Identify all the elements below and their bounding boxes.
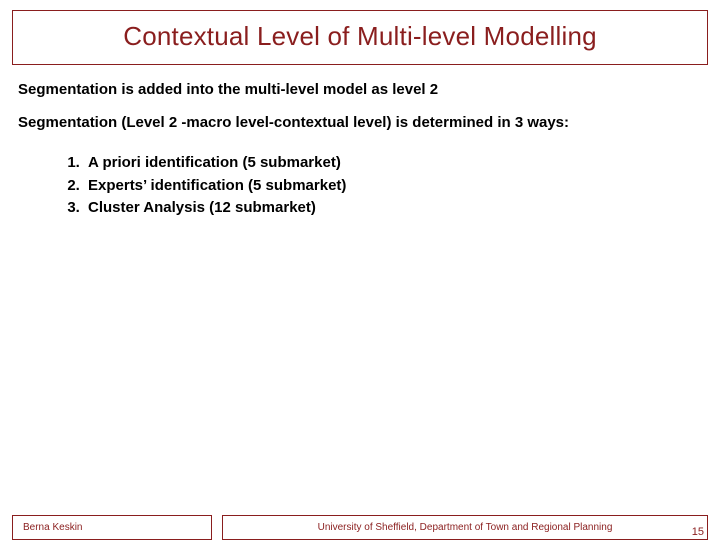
footer-affiliation-box: University of Sheffield, Department of T… (222, 515, 708, 540)
footer-affiliation: University of Sheffield, Department of T… (318, 522, 613, 533)
title-container: Contextual Level of Multi-level Modellin… (12, 10, 708, 65)
footer-author: Berna Keskin (23, 522, 82, 533)
paragraph-1: Segmentation is added into the multi-lev… (18, 79, 702, 102)
page-number: 15 (692, 526, 704, 538)
methods-list: A priori identification (5 submarket) Ex… (60, 152, 720, 220)
list-item: A priori identification (5 submarket) (84, 152, 720, 175)
page-title: Contextual Level of Multi-level Modellin… (21, 21, 699, 52)
paragraph-2: Segmentation (Level 2 -macro level-conte… (18, 112, 702, 135)
list-item: Cluster Analysis (12 submarket) (84, 197, 720, 220)
list-item: Experts’ identification (5 submarket) (84, 175, 720, 198)
body-text: Segmentation is added into the multi-lev… (18, 79, 702, 134)
footer-author-box: Berna Keskin (12, 515, 212, 540)
footer: Berna Keskin University of Sheffield, De… (12, 515, 708, 540)
